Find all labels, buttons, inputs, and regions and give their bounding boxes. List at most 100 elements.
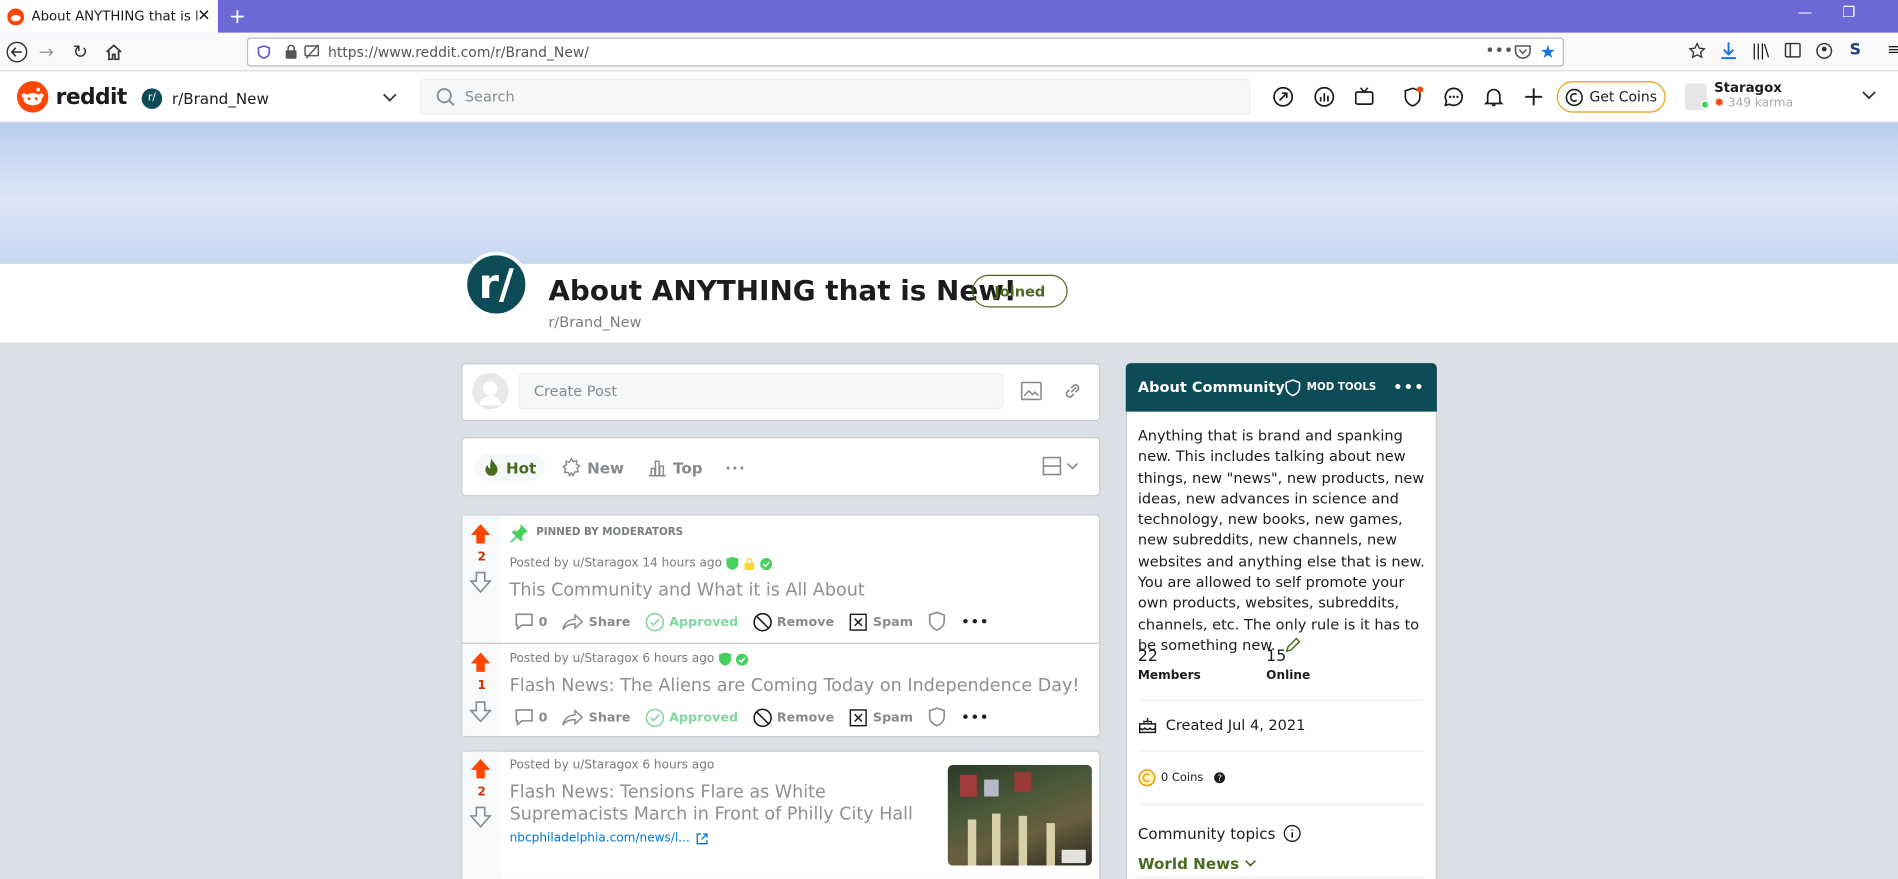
upvote-icon[interactable] xyxy=(470,523,492,545)
username: Staragox xyxy=(1714,79,1782,96)
members-label: Members xyxy=(1137,669,1201,683)
downvote-icon[interactable] xyxy=(469,571,492,594)
live-video-icon[interactable] xyxy=(1353,86,1375,108)
minimize-icon[interactable]: — xyxy=(1798,4,1813,21)
chat-icon[interactable] xyxy=(1443,86,1465,108)
view-toggle[interactable] xyxy=(1042,456,1078,476)
lock-icon[interactable] xyxy=(284,44,297,60)
top-chart-icon xyxy=(648,458,667,477)
downvote-icon[interactable] xyxy=(469,806,492,828)
created-date: Created Jul 4, 2021 xyxy=(1138,715,1305,734)
community-topics: Community topics xyxy=(1138,824,1301,843)
post-link[interactable]: nbcphiladelphia.com/news/l... xyxy=(510,832,708,845)
restore-icon[interactable]: ❐ xyxy=(1842,4,1855,21)
post-title[interactable]: Flash News: Tensions Flare as White Supr… xyxy=(510,782,934,826)
spam-button[interactable]: Spam xyxy=(849,612,913,631)
sort-hot-button[interactable]: Hot xyxy=(474,453,545,481)
reload-icon[interactable]: ↻ xyxy=(73,41,88,63)
create-post-input[interactable]: Create Post xyxy=(518,372,1004,410)
remove-button[interactable]: Remove xyxy=(753,612,834,631)
mod-actions-shield-icon[interactable] xyxy=(928,611,947,632)
permissions-icon[interactable] xyxy=(304,44,321,60)
pocket-list-icon[interactable] xyxy=(1688,42,1706,59)
forward-icon[interactable]: → xyxy=(39,41,54,63)
mod-actions-shield-icon[interactable] xyxy=(928,707,947,728)
url-text: https://www.reddit.com/r/Brand_New/ xyxy=(328,43,589,61)
lock-post-icon xyxy=(744,557,756,571)
divider xyxy=(1137,803,1424,805)
notification-bell-icon[interactable] xyxy=(1483,86,1505,108)
create-post-plus-icon[interactable] xyxy=(1523,86,1545,108)
get-coins-button[interactable]: Get Coins xyxy=(1556,81,1666,113)
approved-button[interactable]: Approved xyxy=(645,612,738,631)
joined-button[interactable]: Joined xyxy=(972,274,1068,308)
account-icon[interactable] xyxy=(1816,42,1833,59)
extension-icon[interactable]: S xyxy=(1850,41,1861,59)
info-icon[interactable] xyxy=(1283,824,1301,842)
more-options-icon[interactable]: ••• xyxy=(961,614,989,629)
reddit-wordmark[interactable]: reddit xyxy=(56,85,128,110)
user-avatar-icon[interactable] xyxy=(472,372,509,410)
sort-new-button[interactable]: New xyxy=(562,454,624,481)
link-icon[interactable] xyxy=(1062,380,1084,402)
post-title[interactable]: This Community and What it is All About xyxy=(510,581,865,600)
url-bar[interactable]: https://www.reddit.com/r/Brand_New/ ••• … xyxy=(246,37,1564,67)
divider xyxy=(1137,750,1424,752)
search-input[interactable]: Search xyxy=(420,78,1251,115)
sort-more-icon[interactable]: ··· xyxy=(725,454,746,481)
help-icon[interactable]: ? xyxy=(1214,772,1226,784)
share-button[interactable]: Share xyxy=(562,708,630,726)
image-upload-icon[interactable] xyxy=(1020,381,1042,401)
upvote-icon[interactable] xyxy=(470,758,492,780)
community-description: Anything that is brand and spanking new.… xyxy=(1137,427,1425,654)
community-dropdown[interactable]: r/ r/Brand_New xyxy=(141,85,414,112)
comments-button[interactable]: 0 xyxy=(514,613,548,631)
download-icon[interactable] xyxy=(1720,41,1737,60)
community-subname: r/Brand_New xyxy=(548,313,642,331)
topic-dropdown[interactable]: World News xyxy=(1138,855,1256,873)
online-status-dot xyxy=(1700,100,1710,109)
flame-icon xyxy=(483,458,500,477)
post-thumbnail[interactable] xyxy=(947,765,1092,866)
edit-pencil-icon[interactable] xyxy=(1284,637,1301,654)
reddit-logo-icon[interactable] xyxy=(16,81,49,113)
coin-icon xyxy=(1138,769,1156,787)
post-meta: Posted by u/Staragox 6 hours ago xyxy=(509,758,715,773)
all-icon[interactable] xyxy=(1313,86,1335,108)
spam-button[interactable]: Spam xyxy=(849,708,913,727)
sort-bar xyxy=(461,436,1101,497)
approved-button[interactable]: Approved xyxy=(645,707,738,727)
post-meta: Posted by u/Staragox 6 hours ago xyxy=(510,652,749,666)
sidebar-icon[interactable] xyxy=(1784,42,1801,58)
remove-button[interactable]: Remove xyxy=(753,707,834,727)
members-count: 22 xyxy=(1137,647,1158,666)
downvote-icon[interactable] xyxy=(469,701,492,723)
mod-shield-icon[interactable] xyxy=(1402,86,1424,108)
browser-tab-bar xyxy=(0,0,1898,33)
post-title[interactable]: Flash News: The Aliens are Coming Today … xyxy=(510,677,1080,696)
bookmark-star-icon[interactable]: ★ xyxy=(1540,41,1556,63)
about-more-icon[interactable]: ••• xyxy=(1393,379,1424,396)
online-count: 15 xyxy=(1266,647,1287,666)
share-button[interactable]: Share xyxy=(562,613,630,630)
home-icon[interactable] xyxy=(104,42,123,61)
post-score: 1 xyxy=(477,679,486,693)
library-icon[interactable]: |||\ xyxy=(1752,42,1770,60)
shield-icon[interactable] xyxy=(257,45,272,60)
tab-title: About ANYTHING that is New! xyxy=(31,8,197,25)
upvote-icon[interactable] xyxy=(470,651,492,673)
close-tab-icon[interactable]: ✕ xyxy=(197,7,210,25)
popular-icon[interactable] xyxy=(1272,86,1294,108)
more-options-icon[interactable]: ••• xyxy=(961,710,989,725)
mod-tools-shield-icon xyxy=(1285,378,1302,396)
mod-tools-button[interactable]: MOD TOOLS xyxy=(1285,378,1376,396)
new-tab-icon[interactable]: + xyxy=(229,5,246,29)
comments-button[interactable]: 0 xyxy=(514,708,548,727)
browser-tab[interactable]: About ANYTHING that is New! ✕ xyxy=(0,0,218,33)
page-actions-icon[interactable]: ••• xyxy=(1485,42,1513,60)
menu-icon[interactable]: ≡ xyxy=(1887,41,1898,59)
sort-top-button[interactable]: Top xyxy=(648,454,703,481)
user-menu[interactable]: Staragox ✹ 349 karma xyxy=(1683,77,1889,116)
back-icon[interactable] xyxy=(6,41,28,63)
pocket-icon[interactable] xyxy=(1514,44,1531,60)
